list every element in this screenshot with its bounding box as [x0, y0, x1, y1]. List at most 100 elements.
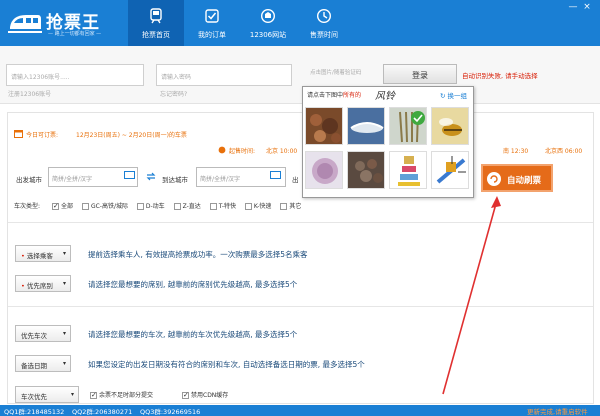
train-type-all[interactable]: 全部 — [52, 201, 73, 210]
captcha-image-1[interactable] — [305, 107, 343, 145]
checkbox[interactable] — [52, 202, 59, 210]
chevron-down-icon: ▾ — [70, 391, 74, 398]
train-type-d[interactable]: D-动车 — [136, 201, 165, 210]
captcha-image-3[interactable] — [389, 107, 427, 145]
backup-date-button[interactable]: 备选日期 ▾ — [15, 355, 71, 372]
select-passenger-label: 选择乘客 — [26, 252, 53, 260]
checkbox[interactable] — [182, 391, 189, 399]
minimize-button[interactable]: — — [566, 2, 580, 12]
captcha-image-4[interactable] — [431, 107, 469, 145]
train-type-t-label: T-特快 — [218, 203, 236, 210]
checkbox[interactable] — [136, 203, 144, 210]
captcha-image-8[interactable] — [431, 151, 469, 189]
train-type-k[interactable]: K-快速 — [244, 201, 272, 210]
tab-12306-label: 12306网站 — [249, 31, 287, 39]
captcha-image-2[interactable] — [347, 107, 385, 145]
app-logo: 抢票王 — 路上一切都有回家 — — [8, 6, 128, 40]
captcha-refresh[interactable]: ↻ 换一组 — [440, 90, 467, 100]
calendar-icon — [14, 129, 23, 138]
account-input[interactable]: 请输入12306账号..... — [6, 64, 144, 86]
app-header: 抢票王 — 路上一切都有回家 — 抢票首页 我的订单 12306网站 售票时间 … — [0, 0, 600, 46]
train-type-other[interactable]: 其它 — [280, 201, 301, 210]
keyboard-icon[interactable] — [270, 171, 281, 179]
train-type-all-label: 全部 — [61, 203, 74, 210]
seat-priority-button[interactable]: • 优先席别 ▾ — [15, 275, 71, 292]
checkbox-icon — [205, 9, 219, 23]
train-type-d-label: D-动车 — [145, 203, 165, 210]
qq-group-2: QQ2群:206380271 — [72, 408, 133, 416]
start-time-label: 起售时间: — [229, 148, 256, 155]
ticket-date-range: 12月23日(周五) ~ 2月20日(周一)的车票 — [76, 132, 187, 139]
captcha-target-word: 风铃 — [375, 91, 395, 102]
checkbox[interactable] — [209, 203, 217, 210]
refresh-icon: ↻ — [440, 92, 446, 100]
refresh-icon — [487, 172, 501, 186]
checkbox[interactable] — [173, 203, 181, 210]
partial-submit-option[interactable]: 余票不足时部分提交 — [90, 390, 153, 399]
sale-time-right-1: 南 12:30 — [503, 148, 529, 155]
divider — [8, 222, 593, 223]
forgot-password-link[interactable]: 忘记密码? — [160, 89, 187, 98]
tab-12306[interactable]: 12306网站 — [240, 0, 296, 46]
train-logo-icon — [8, 15, 42, 33]
checkbox[interactable] — [244, 203, 252, 210]
tab-sale-time[interactable]: 售票时间 — [296, 0, 352, 46]
qq-group-3: QQ3群:392669516 — [140, 408, 201, 416]
tab-home[interactable]: 抢票首页 — [128, 0, 184, 46]
checkbox[interactable] — [81, 203, 89, 210]
auto-refresh-button[interactable]: 自动刷票 — [481, 164, 553, 192]
disable-cdn-label: 禁用CDN缓存 — [191, 392, 229, 399]
register-link[interactable]: 注册12306账号 — [8, 89, 51, 98]
globe-icon — [260, 8, 276, 24]
chevron-down-icon: ▾ — [62, 250, 66, 257]
train-type-k-label: K-快速 — [253, 203, 272, 210]
checkbox[interactable] — [90, 391, 97, 399]
update-notice[interactable]: 更新完成,请重启软件 — [527, 406, 588, 416]
sale-time-right-2: 北京西 06:00 — [545, 148, 583, 155]
tab-orders-label: 我的订单 — [198, 31, 226, 39]
swap-icon[interactable] — [146, 172, 156, 181]
app-slogan: — 路上一切都有回家 — — [48, 31, 102, 37]
alarm-icon — [218, 146, 226, 154]
select-passenger-button[interactable]: • 选择乘客 ▾ — [15, 245, 71, 262]
captcha-hint[interactable]: 点击图片/随着验证码 — [310, 68, 361, 76]
seat-priority-label: 优先席别 — [26, 282, 53, 290]
date-label: 出 — [292, 176, 299, 184]
train-type-z-label: Z-直达 — [182, 203, 201, 210]
seat-description: 请选择您最想要的席别, 越靠前的席别优先级越高, 最多选择5个 — [88, 280, 298, 289]
backup-date-label: 备选日期 — [21, 362, 47, 370]
tab-orders[interactable]: 我的订单 — [184, 0, 240, 46]
train-type-gc[interactable]: GC-高铁/城际 — [81, 201, 128, 210]
checkbox[interactable] — [280, 203, 288, 210]
close-button[interactable]: × — [580, 2, 594, 12]
captcha-image-7[interactable] — [389, 151, 427, 189]
captcha-image-5[interactable] — [305, 151, 343, 189]
to-city-label: 到达城市 — [162, 176, 188, 184]
divider — [8, 306, 593, 307]
backup-date-description: 如果您设定的出发日期没有符合的席别和车次, 自动选择备选日期的票, 最多选择5个 — [88, 360, 365, 369]
from-city-label: 出发城市 — [16, 176, 42, 184]
window-controls: — × — [566, 2, 594, 12]
tab-sale-time-label: 售票时间 — [310, 31, 338, 39]
train-priority-button[interactable]: 优先车次 ▾ — [15, 325, 71, 342]
train-type-z[interactable]: Z-直达 — [173, 201, 201, 210]
disable-cdn-option[interactable]: 禁用CDN缓存 — [182, 390, 228, 399]
priority-select-value: 车次优先 — [21, 393, 47, 401]
train-type-t[interactable]: T-特快 — [209, 201, 236, 210]
login-button[interactable]: 登录 — [383, 64, 457, 84]
start-time-value: 北京 10:00 — [266, 148, 298, 155]
password-input[interactable]: 请输入密码 — [156, 64, 292, 86]
chevron-down-icon: ▾ — [62, 330, 66, 337]
captcha-image-6[interactable] — [347, 151, 385, 189]
tab-home-label: 抢票首页 — [142, 31, 170, 39]
keyboard-icon[interactable] — [124, 171, 135, 179]
passenger-description: 提前选择乘车人, 有效提高抢票成功率。一次购票最多选择5名乘客 — [88, 250, 308, 259]
partial-submit-label: 余票不足时部分提交 — [99, 392, 154, 399]
captcha-refresh-label: 换一组 — [447, 92, 468, 100]
priority-select[interactable]: 车次优先 ▾ — [15, 386, 79, 403]
auto-recognize-note: 自动识别失败, 请手动选择 — [462, 72, 538, 80]
train-description: 请选择您最想要的车次, 越靠前的车次优先级越高, 最多选择5个 — [88, 330, 298, 339]
qq-group-1: QQ1群:218485132 — [4, 408, 65, 416]
status-bar: QQ1群:218485132 QQ2群:206380271 QQ3群:39266… — [0, 405, 600, 416]
train-type-gc-label: GC-高铁/城际 — [90, 203, 128, 210]
